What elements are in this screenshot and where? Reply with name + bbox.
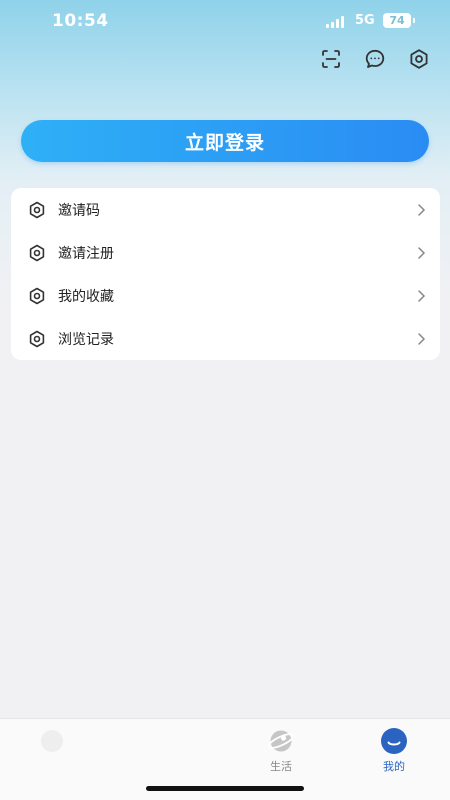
menu-item-label: 浏览记录 [58, 331, 114, 348]
smile-icon [381, 728, 407, 754]
signal-icon [326, 15, 348, 28]
network-type: 5G [355, 13, 375, 28]
status-bar: 10:54 5G 74 [0, 0, 450, 44]
faded-tab-icon [22, 727, 82, 775]
tab-label: 生活 [270, 760, 292, 773]
chevron-right-icon [416, 246, 426, 260]
scan-icon[interactable] [318, 46, 344, 72]
home-indicator[interactable] [146, 786, 304, 791]
chevron-right-icon [416, 203, 426, 217]
status-time: 10:54 [52, 11, 109, 31]
menu-item-label: 我的收藏 [58, 288, 114, 305]
top-action-bar [318, 46, 432, 72]
tab-label: 我的 [383, 760, 405, 773]
hexagon-gear-icon [28, 201, 46, 219]
hexagon-gear-icon [28, 287, 46, 305]
menu-card: 邀请码 邀请注册 我的收藏 浏览记录 [11, 188, 440, 360]
login-button[interactable]: 立即登录 [21, 120, 429, 162]
menu-item-history[interactable]: 浏览记录 [11, 317, 440, 360]
planet-icon [267, 730, 295, 752]
menu-item-label: 邀请码 [58, 202, 100, 219]
settings-icon[interactable] [406, 46, 432, 72]
hexagon-gear-icon [28, 330, 46, 348]
chevron-right-icon [416, 289, 426, 303]
chevron-right-icon [416, 332, 426, 346]
hexagon-gear-icon [28, 244, 46, 262]
message-icon[interactable] [362, 46, 388, 72]
menu-item-label: 邀请注册 [58, 245, 114, 262]
menu-item-favorites[interactable]: 我的收藏 [11, 274, 440, 317]
tab-life[interactable]: 生活 [251, 727, 311, 775]
menu-item-invite-register[interactable]: 邀请注册 [11, 231, 440, 274]
tab-mine[interactable]: 我的 [364, 727, 424, 775]
menu-item-invite-code[interactable]: 邀请码 [11, 188, 440, 231]
battery-icon: 74 [383, 13, 415, 28]
